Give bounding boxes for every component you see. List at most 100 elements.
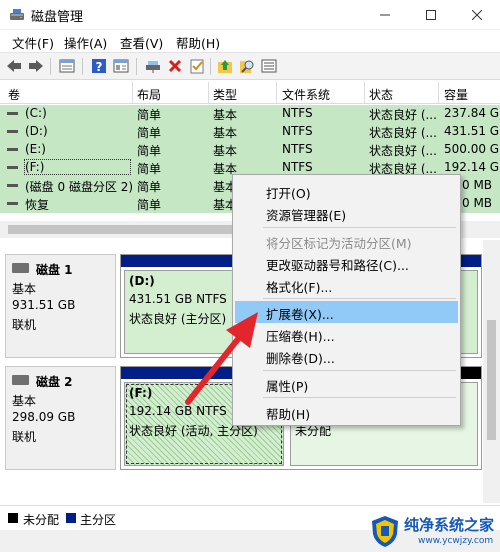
menu-view[interactable]: 查看(V) <box>120 33 163 52</box>
column-header-type[interactable]: 类型 <box>213 86 237 103</box>
drive-icon <box>7 148 18 151</box>
close-button[interactable] <box>454 0 500 30</box>
cell-capacity: 431.51 G <box>444 124 500 138</box>
menu-action[interactable]: 操作(A) <box>64 33 107 52</box>
menu-item-change-drive-letter[interactable]: 更改驱动器号和路径(C)... <box>235 252 458 274</box>
menu-item-explorer[interactable]: 资源管理器(E) <box>235 202 458 224</box>
column-divider[interactable] <box>438 82 439 104</box>
legend-label-unallocated: 未分配 <box>23 513 60 527</box>
table-row[interactable]: (C:) 简单 基本 NTFS 状态良好 (... 237.84 G <box>0 105 500 123</box>
cell-layout: 简单 <box>137 180 162 194</box>
vertical-scrollbar[interactable] <box>483 240 500 503</box>
cell-type: 基本 <box>213 126 238 140</box>
disk-info-panel[interactable]: 磁盘 2 基本 298.09 GB 联机 <box>5 366 116 470</box>
forward-button[interactable] <box>27 57 45 75</box>
vertical-scrollbar-thumb[interactable] <box>487 320 496 440</box>
cell-capacity: 0 MB <box>462 178 493 192</box>
cell-volume: (D:) <box>25 124 48 138</box>
cell-volume: (磁盘 0 磁盘分区 2) <box>25 180 133 194</box>
cell-filesystem: NTFS <box>282 106 313 120</box>
column-header-volume[interactable]: 卷 <box>8 86 20 103</box>
menu-help[interactable]: 帮助(H) <box>176 33 220 52</box>
search-icon <box>240 60 254 73</box>
table-row[interactable]: (E:) 简单 基本 NTFS 状态良好 (... 500.00 G <box>0 141 500 159</box>
column-header-filesystem[interactable]: 文件系统 <box>282 86 330 103</box>
cell-capacity: 0 MB <box>462 196 493 210</box>
forward-arrow-icon <box>29 60 43 72</box>
cell-status: 状态良好 (... <box>369 144 437 158</box>
svg-text:?: ? <box>96 60 103 74</box>
cell-status: 状态良好 (... <box>369 108 437 122</box>
drive-icon <box>7 166 18 169</box>
disk-size: 931.51 GB <box>12 298 76 312</box>
minimize-button[interactable] <box>362 0 408 30</box>
properties-icon <box>113 59 129 73</box>
column-divider[interactable] <box>132 82 133 104</box>
menu-item-label: 属性(P) <box>266 379 309 394</box>
disk-management-app-icon <box>10 9 24 20</box>
drive-icon <box>7 130 18 133</box>
check-button[interactable] <box>188 57 206 75</box>
toolbar-separator <box>136 58 137 75</box>
column-divider[interactable] <box>276 82 277 104</box>
cell-filesystem: NTFS <box>282 160 313 174</box>
cell-capacity: 237.84 G <box>444 106 500 120</box>
disk-state: 联机 <box>12 318 37 332</box>
minimize-icon <box>380 14 390 16</box>
legend-label-primary: 主分区 <box>80 513 117 527</box>
column-divider[interactable] <box>208 82 209 104</box>
menu-item-label: 资源管理器(E) <box>266 208 347 223</box>
red-arrow-icon <box>185 312 258 405</box>
disk-size: 298.09 GB <box>12 410 76 424</box>
menu-separator <box>263 227 456 228</box>
cell-volume: (F:) <box>24 159 131 175</box>
search-button[interactable] <box>238 57 256 75</box>
delete-icon <box>168 59 182 73</box>
menu-separator <box>263 298 456 299</box>
volume-list-icon <box>59 59 75 73</box>
cell-type: 基本 <box>213 144 238 158</box>
watermark-logo: 纯净系统之家 www.ycwjzy.com <box>370 513 498 550</box>
menu-separator <box>263 370 456 371</box>
cell-layout: 简单 <box>137 144 162 158</box>
disk-drive-icon <box>12 375 29 385</box>
connect-button[interactable] <box>144 57 162 75</box>
menu-item-format[interactable]: 格式化(F)... <box>235 274 458 296</box>
back-arrow-icon <box>7 60 21 72</box>
help-button[interactable]: ? <box>90 57 108 75</box>
list-view-button[interactable] <box>260 57 278 75</box>
menu-item-open[interactable]: 打开(O) <box>235 180 458 202</box>
watermark-url: www.ycwjzy.com <box>418 536 494 546</box>
column-divider[interactable] <box>364 82 365 104</box>
menu-file[interactable]: 文件(F) <box>12 33 54 52</box>
menu-bar: 文件(F) 操作(A) 查看(V) 帮助(H) <box>0 30 500 52</box>
watermark-title: 纯净系统之家 <box>404 516 495 534</box>
legend-swatch-unallocated <box>8 513 18 523</box>
table-row[interactable]: (D:) 简单 基本 NTFS 状态良好 (... 431.51 G <box>0 123 500 141</box>
maximize-button[interactable] <box>408 0 454 30</box>
disk-info-panel[interactable]: 磁盘 1 基本 931.51 GB 联机 <box>5 254 116 358</box>
cell-capacity: 500.00 G <box>444 142 500 156</box>
cell-layout: 简单 <box>137 126 162 140</box>
folder-up-button[interactable] <box>216 57 234 75</box>
cell-capacity: 192.14 G <box>444 160 500 174</box>
back-button[interactable] <box>5 57 23 75</box>
menu-item-label: 删除卷(D)... <box>266 351 335 366</box>
drive-icon <box>7 202 18 205</box>
column-header-status[interactable]: 状态 <box>369 86 393 103</box>
cell-volume: (E:) <box>25 142 46 156</box>
menu-item-label: 帮助(H) <box>266 407 311 422</box>
cell-status: 状态良好 (... <box>369 126 437 140</box>
disk-kind: 基本 <box>12 394 37 408</box>
volume-list-button[interactable] <box>58 57 76 75</box>
disk-name: 磁盘 1 <box>36 263 73 277</box>
column-header-layout[interactable]: 布局 <box>137 86 161 103</box>
properties-button[interactable] <box>112 57 130 75</box>
cell-volume: (C:) <box>25 106 47 120</box>
cell-type: 基本 <box>213 108 238 122</box>
column-header-capacity[interactable]: 容量 <box>444 86 468 103</box>
disk-state: 联机 <box>12 430 37 444</box>
delete-button[interactable] <box>166 57 184 75</box>
menu-separator <box>263 397 456 398</box>
cell-volume: 恢复 <box>25 198 50 212</box>
